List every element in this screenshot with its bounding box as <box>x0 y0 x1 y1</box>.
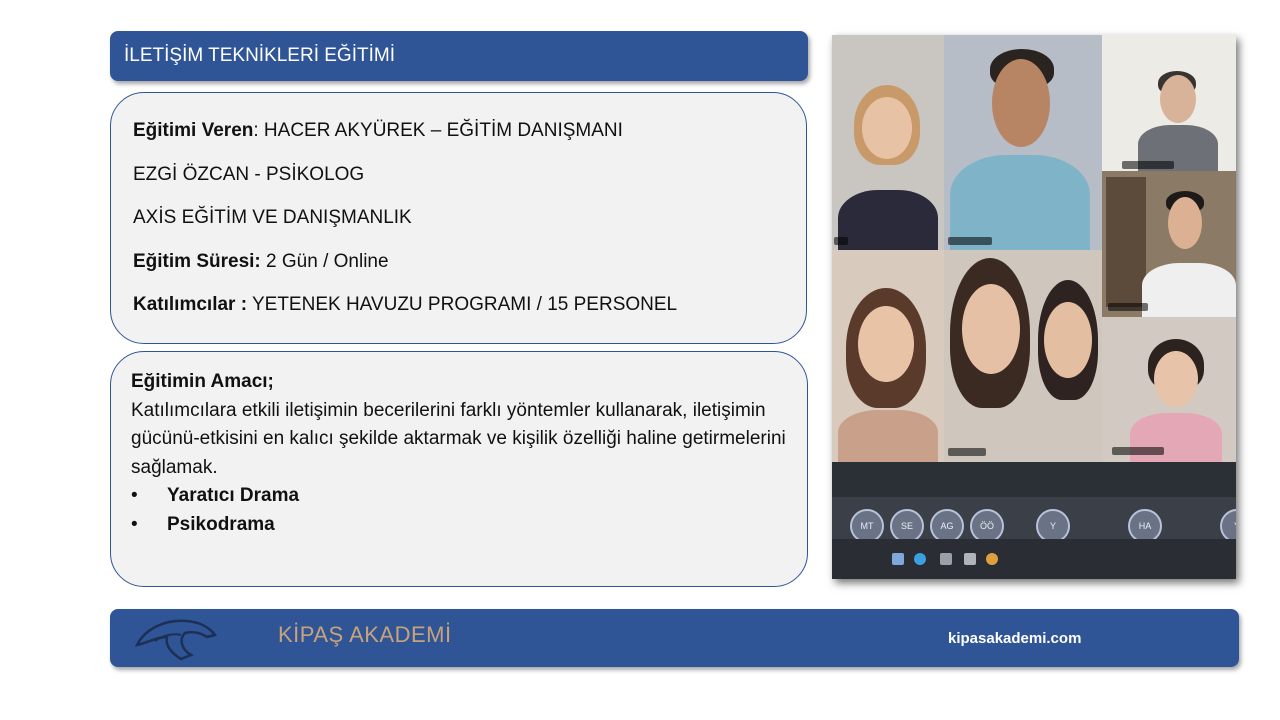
video-tile <box>1102 35 1236 171</box>
taskbar <box>832 539 1236 579</box>
name-tag <box>1112 447 1164 455</box>
name-tag <box>1122 161 1174 169</box>
participant-shirt <box>1142 263 1236 317</box>
store-icon <box>964 553 976 565</box>
video-tile <box>832 35 944 250</box>
participants-line: Katılımcılar : YETENEK HAVUZU PROGRAMI /… <box>133 289 784 333</box>
participant-avatar: ÖÖ <box>970 509 1004 543</box>
video-tile <box>832 250 944 462</box>
trainer-2-line: EZGİ ÖZCAN - PSİKOLOG <box>133 163 365 185</box>
bullet-dot: • <box>131 485 138 506</box>
participant-face <box>1160 75 1196 123</box>
bullet-item: • Psikodrama <box>131 511 787 540</box>
taskview-icon <box>892 553 904 565</box>
participant-face <box>862 97 912 159</box>
trainer-line: Eğitimi Veren: HACER AKYÜREK – EĞİTİM DA… <box>133 115 784 159</box>
participant-avatar: AG <box>930 509 964 543</box>
participant-avatar: Y <box>1220 509 1236 543</box>
participant-shirt <box>838 410 938 462</box>
bullet-text: Yaratıcı Drama <box>167 485 300 506</box>
goal-text: Katılımcılara etkili iletişimin becerile… <box>131 399 786 478</box>
training-info-box: Eğitimi Veren: HACER AKYÜREK – EĞİTİM DA… <box>110 92 807 344</box>
participant-shirt <box>950 155 1090 250</box>
bookshelf <box>1106 177 1146 307</box>
name-tag <box>834 237 848 245</box>
trainer-value: : HACER AKYÜREK – EĞİTİM DANIŞMANI <box>253 120 623 141</box>
edge-icon <box>914 553 926 565</box>
name-tag <box>948 448 986 456</box>
footer-website[interactable]: kipasakademi.com <box>948 630 1081 647</box>
name-tag <box>948 237 992 245</box>
bullet-dot: • <box>131 513 138 535</box>
video-call-photo: MT SE AG ÖÖ Y HA Y <box>832 35 1236 579</box>
video-tile <box>944 250 1102 462</box>
participant-shirt <box>838 190 938 250</box>
chrome-icon <box>986 553 998 565</box>
participant-face <box>858 306 914 382</box>
participants-value: YETENEK HAVUZU PROGRAMI / 15 PERSONEL <box>247 294 678 315</box>
participant-avatar: SE <box>890 509 924 543</box>
slide-title-text: İLETİŞİM TEKNİKLERİ EĞİTİMİ <box>124 45 395 66</box>
bullet-text: Psikodrama <box>167 513 275 535</box>
name-tag <box>1108 303 1148 311</box>
participant-face <box>992 59 1050 147</box>
participants-label: Katılımcılar : <box>133 294 248 315</box>
training-goal-box: Eğitimin Amacı; Katılımcılara etkili ile… <box>110 351 808 587</box>
participant-face <box>962 284 1020 374</box>
panther-logo-icon <box>135 619 217 661</box>
video-tile <box>944 35 1102 250</box>
explorer-icon <box>940 553 952 565</box>
bullet-item: • Yaratıcı Drama <box>131 482 787 511</box>
participant-face <box>1044 302 1092 378</box>
participant-avatar: HA <box>1128 509 1162 543</box>
slide-title: İLETİŞİM TEKNİKLERİ EĞİTİMİ <box>110 31 808 81</box>
company-line: AXİS EĞİTİM VE DANIŞMANLIK <box>133 207 412 228</box>
participant-face <box>1168 197 1202 249</box>
video-tile <box>1102 317 1236 462</box>
duration-line: Eğitim Süresi: 2 Gün / Online <box>133 246 784 290</box>
participant-avatar: MT <box>850 509 884 543</box>
participant-avatar: Y <box>1036 509 1070 543</box>
duration-value: 2 Gün / Online <box>260 250 389 272</box>
goal-title: Eğitimin Amacı; <box>131 371 274 392</box>
trainer-label: Eğitimi Veren <box>133 120 254 141</box>
duration-label: Eğitim Süresi: <box>133 250 261 272</box>
video-tile <box>1102 171 1236 317</box>
participant-face <box>1154 351 1198 407</box>
footer-logo-text: KİPAŞ AKADEMİ <box>278 622 452 647</box>
